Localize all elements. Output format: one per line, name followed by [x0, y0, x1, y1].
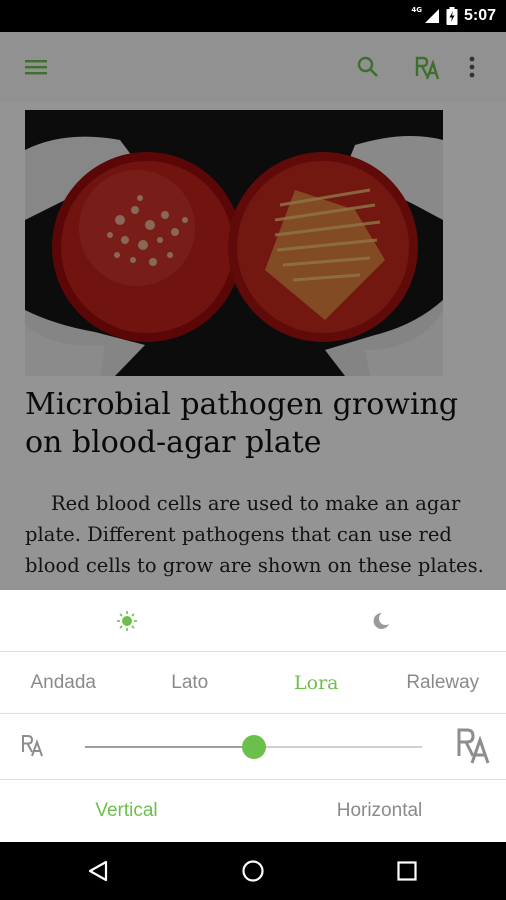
font-size-row [0, 714, 506, 780]
large-font-size-icon [457, 728, 490, 764]
font-size-slider-fill [85, 746, 254, 748]
sun-icon [116, 611, 137, 631]
font-option-lora[interactable]: Lora [253, 652, 380, 713]
system-nav-bar [0, 842, 506, 900]
font-option-raleway[interactable]: Raleway [380, 652, 506, 713]
home-icon[interactable] [223, 842, 283, 900]
layout-option-horizontal[interactable]: Horizontal [253, 780, 506, 842]
article-title: Microbial pathogen growing on blood-agar… [25, 387, 459, 460]
article: Microbial pathogen growing on blood-agar… [0, 102, 506, 590]
back-icon[interactable] [68, 842, 128, 900]
network-type-label: 4G [411, 6, 422, 14]
app-bar [0, 32, 506, 102]
reading-settings-panel: Andada Lato Lora Raleway Vertical Horizo… [0, 590, 506, 842]
recents-icon[interactable] [377, 842, 437, 900]
theme-row [0, 590, 506, 652]
article-body: Red blood cells are used to make an agar… [25, 492, 484, 577]
search-icon[interactable] [348, 32, 388, 102]
font-option-andada[interactable]: Andada [0, 652, 127, 713]
font-size-icon[interactable] [408, 32, 448, 102]
menu-icon[interactable] [16, 32, 56, 102]
clock: 5:07 [463, 7, 496, 24]
dark-theme-button[interactable] [253, 590, 506, 652]
font-row: Andada Lato Lora Raleway [0, 652, 506, 714]
layout-option-vertical[interactable]: Vertical [0, 780, 253, 842]
status-bar: 4G 5:07 [0, 0, 506, 32]
status-icons: 4G 5:07 [411, 0, 496, 32]
moon-icon [373, 612, 389, 629]
small-font-size-icon [22, 735, 43, 757]
battery-icon [446, 7, 458, 25]
font-size-slider[interactable] [85, 735, 422, 759]
font-option-lato[interactable]: Lato [127, 652, 254, 713]
light-theme-button[interactable] [0, 590, 253, 652]
signal-icon [424, 9, 439, 23]
more-vert-icon[interactable] [452, 32, 492, 102]
layout-row: Vertical Horizontal [0, 780, 506, 842]
font-size-slider-thumb[interactable] [241, 735, 266, 759]
article-image [25, 110, 443, 376]
